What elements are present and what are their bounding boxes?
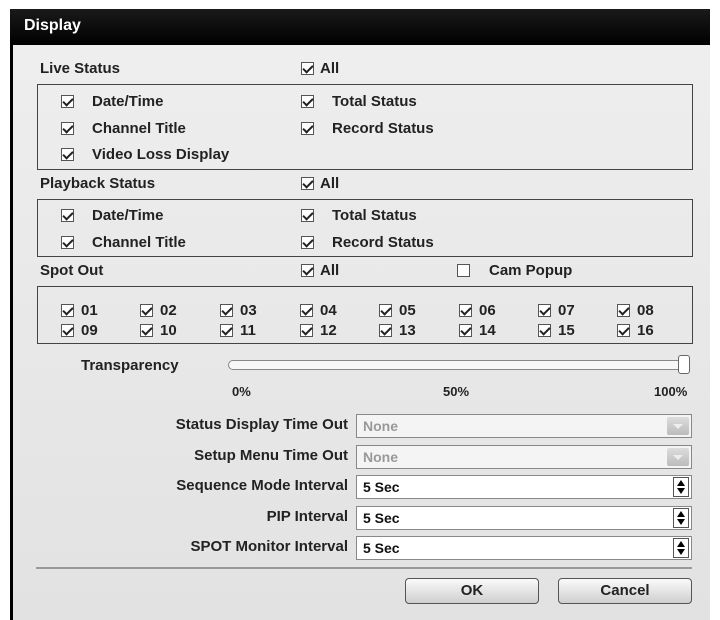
spot-channel-08-label: 08 [637,302,654,319]
playback-status-all-checkbox[interactable] [301,177,314,190]
spot-channel-04-label: 04 [320,302,337,319]
live-channel-title-checkbox[interactable] [61,122,74,135]
spot-out-channel-group [37,286,693,344]
spot-channel-05-label: 05 [399,302,416,319]
spot-channel-11-label: 11 [240,322,256,339]
spot-channel-01-checkbox[interactable] [61,304,74,317]
live-total-status-checkbox[interactable] [301,95,314,108]
live-datetime-label: Date/Time [92,93,164,110]
transparency-tick-100: 100% [654,384,688,399]
transparency-slider-track[interactable] [228,360,690,370]
spot-channel-07-checkbox[interactable] [538,304,551,317]
spot-channel-10-label: 10 [160,322,177,339]
spot-channel-15-label: 15 [558,322,575,339]
spot-channel-09-label: 09 [81,322,98,339]
live-total-status-label: Total Status [332,93,417,110]
spot-channel-03-checkbox[interactable] [220,304,233,317]
transparency-label: Transparency [81,357,179,374]
playback-record-status-checkbox[interactable] [301,236,314,249]
ok-button[interactable]: OK [405,578,539,604]
setup-menu-timeout-label: Setup Menu Time Out [194,447,348,464]
spinner-arrows-icon[interactable] [673,538,689,558]
spot-channel-12-checkbox[interactable] [300,324,313,337]
spinner-arrows-icon[interactable] [673,508,689,528]
status-display-timeout-label: Status Display Time Out [175,416,348,433]
spot-channel-13-checkbox[interactable] [379,324,392,337]
live-status-label: Live Status [40,60,121,77]
spot-channel-11-checkbox[interactable] [220,324,233,337]
spot-channel-02-label: 02 [160,302,177,319]
sequence-mode-interval-label: Sequence Mode Interval [176,477,348,494]
spot-channel-10-checkbox[interactable] [140,324,153,337]
spot-channel-06-checkbox[interactable] [459,304,472,317]
divider [36,567,692,569]
spot-channel-08-checkbox[interactable] [617,304,630,317]
playback-channel-title-checkbox[interactable] [61,236,74,249]
live-record-status-checkbox[interactable] [301,122,314,135]
spot-channel-14-checkbox[interactable] [459,324,472,337]
playback-status-all-label: All [320,175,340,192]
spot-out-all-label: All [320,262,340,279]
live-datetime-checkbox[interactable] [61,95,74,108]
cancel-button[interactable]: Cancel [558,578,692,604]
cam-popup-label: Cam Popup [489,262,573,279]
spot-channel-06-label: 06 [479,302,496,319]
live-record-status-label: Record Status [332,120,434,137]
transparency-slider-handle[interactable] [678,355,690,374]
status-display-timeout-select: None [356,414,692,438]
spot-channel-04-checkbox[interactable] [300,304,313,317]
spot-channel-16-label: 16 [637,322,654,339]
spot-channel-05-checkbox[interactable] [379,304,392,317]
live-video-loss-checkbox[interactable] [61,148,74,161]
live-status-all-checkbox[interactable] [301,62,314,75]
sequence-mode-interval-spinner[interactable]: 5 Sec [356,475,692,499]
playback-total-status-label: Total Status [332,207,417,224]
spot-out-label: Spot Out [40,262,104,279]
spot-channel-12-label: 12 [320,322,337,339]
spot-monitor-interval-spinner[interactable]: 5 Sec [356,536,692,560]
playback-datetime-label: Date/Time [92,207,164,224]
spot-channel-16-checkbox[interactable] [617,324,630,337]
spot-channel-02-checkbox[interactable] [140,304,153,317]
spot-channel-03-label: 03 [240,302,257,319]
transparency-tick-0: 0% [232,384,251,399]
spot-channel-14-label: 14 [479,322,496,339]
cam-popup-checkbox[interactable] [457,264,470,277]
spot-out-all-checkbox[interactable] [301,264,314,277]
live-video-loss-label: Video Loss Display [92,146,230,163]
pip-interval-label: PIP Interval [266,508,348,525]
setup-menu-timeout-select: None [356,445,692,469]
playback-datetime-checkbox[interactable] [61,209,74,222]
spot-channel-09-checkbox[interactable] [61,324,74,337]
playback-status-label: Playback Status [40,175,156,192]
spinner-arrows-icon[interactable] [673,477,689,497]
chevron-down-icon [667,417,689,435]
live-status-all-label: All [320,60,340,77]
playback-channel-title-label: Channel Title [92,234,186,251]
spot-channel-07-label: 07 [558,302,575,319]
spot-channel-13-label: 13 [399,322,416,339]
pip-interval-spinner[interactable]: 5 Sec [356,506,692,530]
spot-channel-01-label: 01 [81,302,98,319]
playback-record-status-label: Record Status [332,234,434,251]
transparency-tick-50: 50% [443,384,470,399]
spot-monitor-interval-label: SPOT Monitor Interval [190,538,348,555]
spot-channel-15-checkbox[interactable] [538,324,551,337]
live-channel-title-label: Channel Title [92,120,186,137]
playback-total-status-checkbox[interactable] [301,209,314,222]
chevron-down-icon [667,448,689,466]
